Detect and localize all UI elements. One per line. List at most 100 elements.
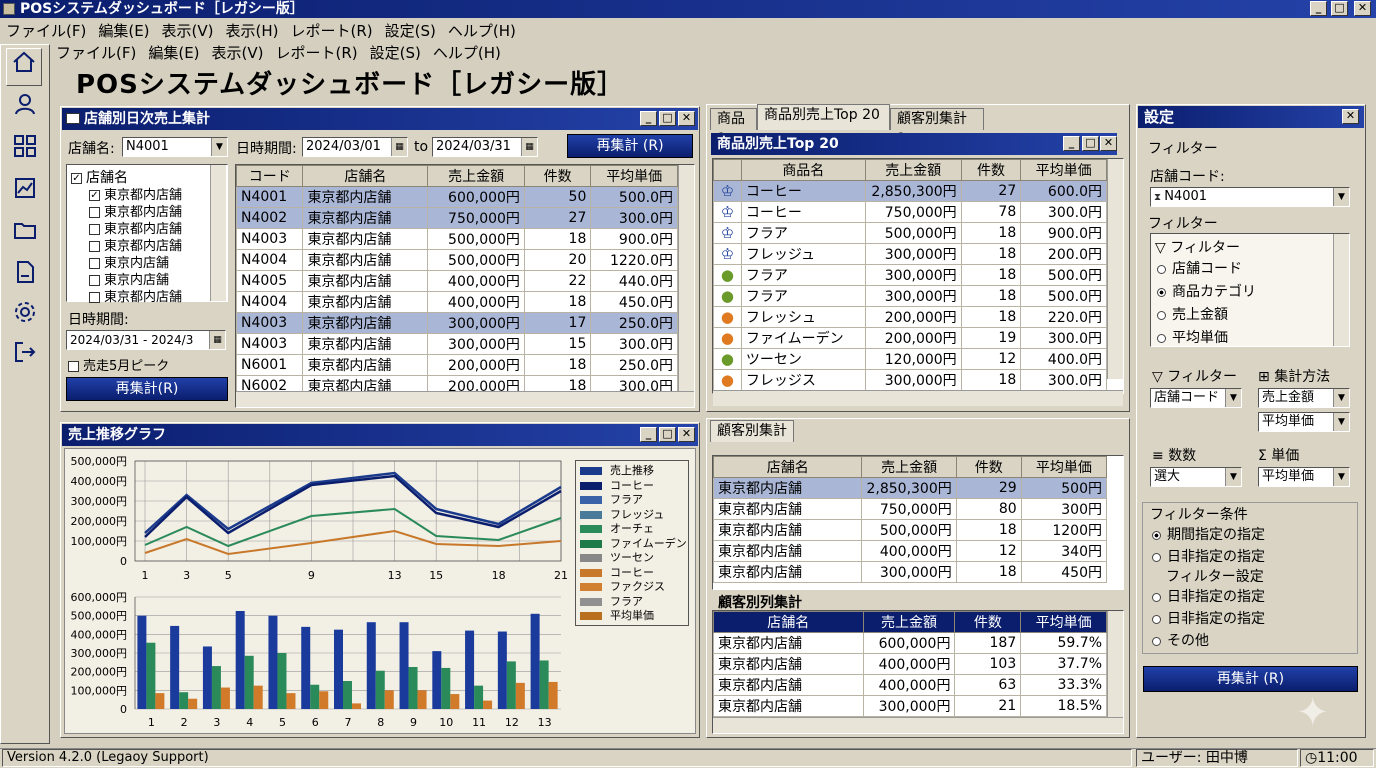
- table-row[interactable]: N4002 東京都内店舗 750,000円 27 300.0円: [236, 207, 678, 229]
- table-row[interactable]: ● フレッジス 300,000円 18 300.0円: [713, 369, 1107, 391]
- column-header[interactable]: 店舗名: [713, 611, 864, 633]
- condition-option[interactable]: 日非指定の指定: [1152, 546, 1265, 566]
- radio-button[interactable]: [1157, 333, 1166, 343]
- column-header[interactable]: 商品名: [740, 159, 866, 181]
- tab-customer-summary[interactable]: 顧客別集計: [710, 420, 794, 442]
- tree-scrollbar[interactable]: [210, 165, 226, 301]
- column-header[interactable]: 平均単価: [1020, 611, 1107, 633]
- column-header[interactable]: 件数: [960, 159, 1022, 181]
- condition-option[interactable]: 日非指定の指定: [1152, 608, 1265, 628]
- table-row[interactable]: ♔ フラア 500,000円 18 900.0円: [713, 222, 1107, 244]
- home-icon[interactable]: [6, 48, 42, 86]
- filter-combo[interactable]: 店舗コード ▼: [1150, 388, 1242, 408]
- column-header[interactable]: 件数: [523, 165, 592, 187]
- table-row[interactable]: N4003 東京都内店舗 300,000円 17 250.0円: [236, 312, 678, 334]
- calendar-icon[interactable]: ▦: [391, 138, 407, 156]
- settings-recalc-button[interactable]: 再集計 (R): [1143, 666, 1358, 692]
- table-row[interactable]: ● ツーセン 120,000円 12 400.0円: [713, 348, 1107, 370]
- peak-checkbox-row[interactable]: 売走5月ピーク: [68, 355, 169, 374]
- grid-icon[interactable]: [10, 134, 40, 164]
- product-panel-minimize[interactable]: _: [1063, 136, 1080, 151]
- filter-list-scroll[interactable]: [1333, 234, 1349, 346]
- table-row[interactable]: ● フレッシュ 200,000円 18 220.0円: [713, 306, 1107, 328]
- table-row[interactable]: N4003 東京都内店舗 300,000円 15 300.0円: [236, 333, 678, 355]
- menu2-item-4[interactable]: 設定(S): [370, 44, 421, 62]
- recalc-button[interactable]: 再集計 (R): [567, 134, 693, 158]
- tree-root-checkbox[interactable]: ✓: [71, 172, 82, 184]
- column-header[interactable]: 件数: [955, 456, 1022, 478]
- column-header[interactable]: 売上金額: [427, 165, 525, 187]
- filter-option[interactable]: 平均単価: [1157, 327, 1228, 347]
- menu2-item-2[interactable]: 表示(V): [212, 44, 264, 62]
- menu1-item-1[interactable]: 編集(E): [98, 22, 149, 40]
- tree-item-checkbox[interactable]: [89, 258, 100, 269]
- menu1-item-5[interactable]: 設定(S): [385, 22, 436, 40]
- product-panel-close[interactable]: ✕: [1100, 136, 1117, 151]
- table-row[interactable]: N4001 東京都内店舗 600,000円 50 500.0円: [236, 186, 678, 208]
- user-icon[interactable]: [10, 92, 40, 122]
- tree-item-checkbox[interactable]: [89, 241, 100, 252]
- column-header[interactable]: 平均単価: [1020, 159, 1107, 181]
- agg-combo-2[interactable]: 平均単価 ▼: [1258, 412, 1350, 432]
- recalc-button-2[interactable]: 再集計(R): [66, 377, 228, 401]
- calendar-icon[interactable]: ▦: [209, 331, 225, 349]
- table-row[interactable]: 東京都内店舗 750,000円 80 300円: [713, 498, 1108, 520]
- condition-option[interactable]: 期間指定の指定: [1152, 524, 1265, 544]
- date-from-input[interactable]: 2024/03/01 ▦: [302, 137, 408, 157]
- radio-button[interactable]: [1152, 530, 1161, 540]
- table-row[interactable]: 東京都内店舗 2,850,300円 29 500円: [713, 477, 1108, 499]
- radio-button[interactable]: [1157, 287, 1166, 297]
- column-header[interactable]: 件数: [954, 611, 1022, 633]
- table-row[interactable]: ● フラア 300,000円 18 500.0円: [713, 285, 1107, 307]
- column-header[interactable]: 売上金額: [862, 611, 956, 633]
- minimize-button[interactable]: _: [1310, 1, 1327, 16]
- store-panel-close[interactable]: ✕: [678, 111, 695, 126]
- tree-item-checkbox[interactable]: [89, 292, 100, 303]
- close-button[interactable]: ✕: [1354, 1, 1371, 16]
- store-panel-minimize[interactable]: _: [640, 111, 657, 126]
- table-row[interactable]: 東京都内店舗 300,000円 21 18.5%: [713, 695, 1107, 717]
- store-table-hscroll[interactable]: [236, 391, 694, 407]
- chart-panel-minimize[interactable]: _: [640, 427, 657, 442]
- tree-item-checkbox[interactable]: ✓: [89, 190, 100, 201]
- table-row[interactable]: N6001 東京都内店舗 200,000円 18 250.0円: [236, 354, 678, 376]
- calendar-icon[interactable]: ▦: [521, 138, 537, 156]
- column-header[interactable]: 店舗名: [302, 165, 429, 187]
- product-table-vscroll[interactable]: [1107, 159, 1123, 379]
- table-row[interactable]: ● ファイムーデン 200,000円 19 300.0円: [713, 327, 1107, 349]
- menu1-item-4[interactable]: レポート(R): [290, 22, 372, 40]
- column-header[interactable]: 平均単価: [1020, 456, 1108, 478]
- settings-close[interactable]: ✕: [1342, 109, 1359, 124]
- logout-icon[interactable]: [10, 340, 40, 370]
- menu1-item-0[interactable]: ファイル(F): [6, 22, 86, 40]
- table-row[interactable]: ♔ コーヒー 750,000円 78 300.0円: [713, 201, 1107, 223]
- table-row[interactable]: ● フラア 300,000円 18 500.0円: [713, 264, 1107, 286]
- table-row[interactable]: ♔ フレッジュ 300,000円 18 200.0円: [713, 243, 1107, 265]
- table-row[interactable]: N4004 東京都内店舗 500,000円 20 1220.0円: [236, 249, 678, 271]
- table-row[interactable]: 東京都内店舗 400,000円 63 33.3%: [713, 674, 1107, 696]
- table-row[interactable]: 東京都内店舗 600,000円 187 59.7%: [713, 632, 1107, 654]
- table-row[interactable]: N4004 東京都内店舗 400,000円 18 450.0円: [236, 291, 678, 313]
- tree-item-checkbox[interactable]: [89, 224, 100, 235]
- radio-button[interactable]: [1157, 264, 1166, 274]
- filter-option[interactable]: 商品カテゴリ: [1157, 281, 1256, 301]
- chart-icon[interactable]: [10, 176, 40, 206]
- menu2-item-1[interactable]: 編集(E): [148, 44, 199, 62]
- folder-icon[interactable]: [10, 218, 40, 248]
- table-row[interactable]: 東京都内店舗 300,000円 18 450円: [713, 561, 1108, 583]
- table-row[interactable]: N4003 東京都内店舗 500,000円 18 900.0円: [236, 228, 678, 250]
- peak-checkbox[interactable]: [68, 361, 79, 372]
- table-row[interactable]: 東京都内店舗 400,000円 12 340円: [713, 540, 1108, 562]
- customer-sub-hscroll[interactable]: [713, 717, 1123, 733]
- radio-button[interactable]: [1152, 614, 1161, 624]
- date-to-input[interactable]: 2024/03/31 ▦: [432, 137, 538, 157]
- column-header[interactable]: 店舗名: [713, 456, 863, 478]
- menu1-item-2[interactable]: 表示(V): [162, 22, 214, 40]
- document-icon[interactable]: [10, 260, 40, 290]
- radio-button[interactable]: [1157, 310, 1166, 320]
- product-table-hscroll[interactable]: [713, 390, 1123, 406]
- tree-item-checkbox[interactable]: [89, 275, 100, 286]
- customer-sub-vscroll[interactable]: [1107, 611, 1123, 717]
- table-row[interactable]: 東京都内店舗 500,000円 18 1200円: [713, 519, 1108, 541]
- table-row[interactable]: 東京都内店舗 400,000円 103 37.7%: [713, 653, 1107, 675]
